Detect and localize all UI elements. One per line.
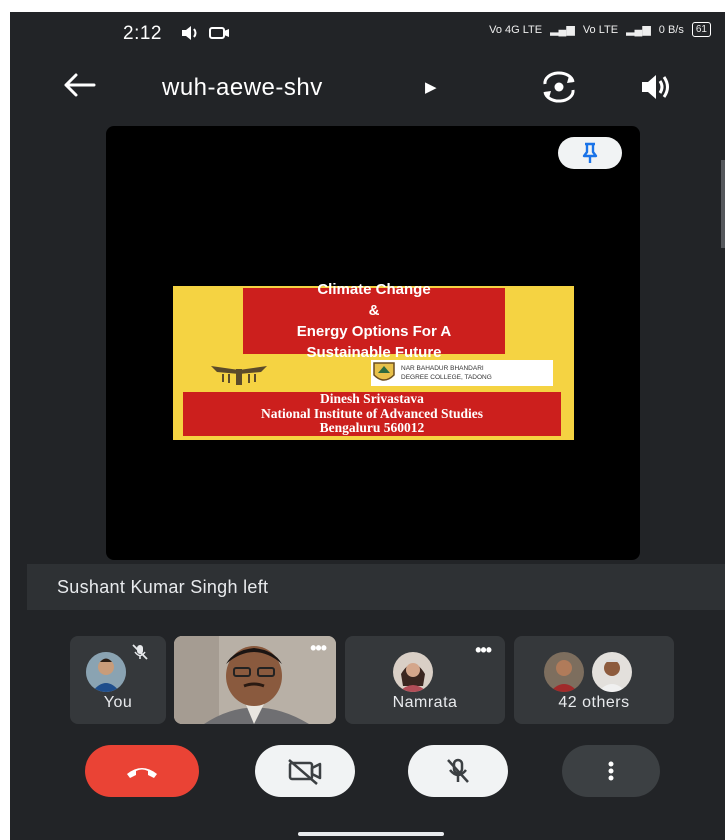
status-bar: 2:12 Vo 4G LTE ▂▄▆ Vo LTE ▂▄▆ 0 B/s 61 [10, 12, 725, 60]
slide-title-line: Climate Change [317, 281, 431, 298]
chevron-right-icon[interactable]: ▶ [425, 78, 437, 96]
back-arrow-icon[interactable] [62, 70, 98, 108]
camera-off-icon [288, 759, 322, 785]
hang-up-icon [127, 768, 157, 778]
more-vertical-icon [608, 761, 614, 781]
slide-speaker-line: National Institute of Advanced Studies [260, 405, 484, 421]
college-name: NAR BAHADUR BHANDARI [401, 365, 484, 372]
meeting-header: wuh-aewe-shv ▶ [10, 64, 725, 114]
participant-tile-you[interactable]: You [70, 636, 166, 724]
participant-name: 42 others [558, 694, 630, 711]
microphone-toggle-button[interactable] [408, 745, 508, 797]
status-right-icons: Vo 4G LTE ▂▄▆ Vo LTE ▂▄▆ 0 B/s 61 [489, 22, 711, 37]
network-indicator-1: Vo 4G LTE [489, 23, 543, 36]
battery-indicator: 61 [691, 22, 711, 37]
participant-left-notification: Sushant Kumar Singh left [27, 564, 725, 610]
signal-icon: ▂▄▆ [626, 24, 651, 36]
status-notification-icons [180, 24, 232, 47]
end-call-button[interactable] [85, 745, 199, 797]
volume-and-cast-icon [182, 26, 229, 40]
avatar [544, 652, 584, 692]
participant-name: Namrata [392, 694, 458, 711]
side-edge [721, 160, 725, 248]
data-rate: 0 B/s [658, 23, 684, 36]
signal-icon: ▂▄▆ [550, 24, 575, 36]
college-logo-box: NAR BAHADUR BHANDARI DEGREE COLLEGE, TAD… [371, 360, 553, 386]
mic-off-icon [130, 642, 150, 667]
more-options-button[interactable] [562, 745, 660, 797]
institute-logo [209, 360, 269, 386]
participant-video-tile[interactable]: ••• [174, 636, 336, 724]
avatar [393, 652, 433, 692]
slide-title-line: & [368, 302, 380, 319]
status-time: 2:12 [123, 23, 162, 44]
network-indicator-2: Vo LTE [582, 23, 619, 36]
phone-screen: 2:12 Vo 4G LTE ▂▄▆ Vo LTE ▂▄▆ 0 B/s 61 w… [10, 12, 725, 840]
camera-toggle-button[interactable] [255, 745, 355, 797]
participant-tile-namrata[interactable]: ••• Namrata [345, 636, 505, 724]
slide-speaker-line: Dinesh Srivastava [320, 391, 424, 407]
mic-off-icon [447, 758, 469, 783]
slide-speaker-box: Dinesh Srivastava National Institute of … [183, 392, 561, 436]
college-crest-icon [373, 362, 395, 381]
pin-icon [582, 142, 598, 163]
participant-name: You [103, 694, 133, 711]
shared-slide: Climate Change & Energy Options For A Su… [173, 281, 574, 440]
more-options-icon[interactable]: ••• [475, 640, 492, 661]
home-indicator[interactable] [298, 832, 444, 836]
pin-button[interactable] [558, 137, 622, 169]
more-options-icon[interactable]: ••• [310, 638, 327, 659]
speaker-icon[interactable] [636, 70, 676, 104]
college-name: DEGREE COLLEGE, TADONG [401, 374, 492, 381]
slide-title-line: Energy Options For A [296, 323, 452, 340]
slide-title-box: Climate Change & Energy Options For A Su… [243, 281, 505, 361]
meeting-code[interactable]: wuh-aewe-shv [162, 74, 323, 102]
avatar [86, 652, 126, 692]
avatar [592, 652, 632, 692]
slide-speaker-line: Bengaluru 560012 [319, 420, 425, 436]
participant-tile-others[interactable]: 42 others [514, 636, 674, 724]
switch-camera-icon[interactable] [539, 70, 579, 104]
